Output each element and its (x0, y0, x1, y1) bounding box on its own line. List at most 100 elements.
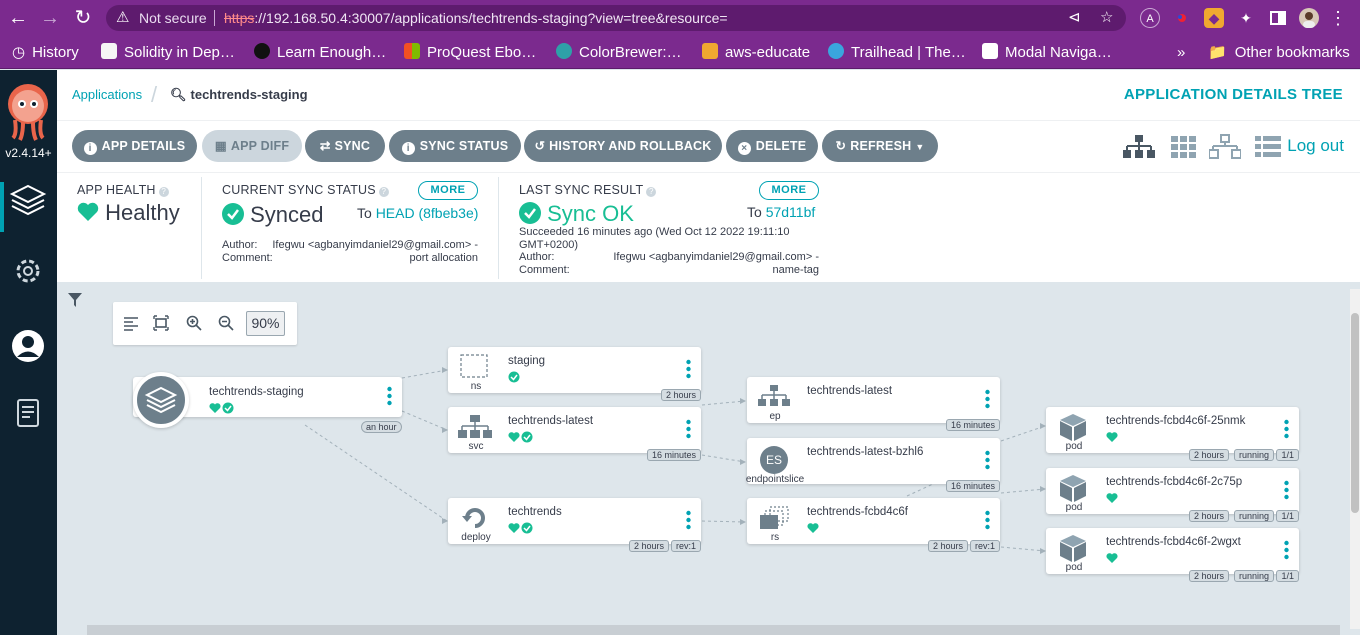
node-menu-icon[interactable] (985, 510, 990, 530)
pod-node[interactable]: pod techtrends-fcbd4c6f-2wgxt 2 hours ru… (1046, 528, 1299, 582)
node-name[interactable]: techtrends-fcbd4c6f-2wgxt (1106, 536, 1241, 548)
scrollbar-thumb[interactable] (1351, 313, 1359, 513)
list-view-icon[interactable] (1252, 134, 1284, 160)
bookmark-learn-enough[interactable]: Learn Enough… (254, 43, 386, 63)
node-name[interactable]: staging (508, 355, 545, 367)
app-root-name[interactable]: techtrends-staging (209, 386, 304, 398)
pods-grid-view-icon[interactable] (1168, 134, 1200, 160)
tree-view-icon[interactable] (1123, 134, 1155, 160)
node-name[interactable]: techtrends-latest (508, 415, 593, 427)
endpointslice-node[interactable]: ES endpointslice techtrends-latest-bzhl6… (745, 438, 1000, 492)
share-icon[interactable]: ⊲ (1068, 5, 1081, 31)
sync-status-button[interactable]: i SYNC STATUS (389, 130, 521, 162)
security-label[interactable]: Not secure (139, 5, 207, 31)
settings-gear-icon[interactable] (8, 251, 48, 291)
url-text[interactable]: https://192.168.50.4:30007/applications/… (224, 5, 728, 31)
network-view-icon[interactable] (1209, 134, 1241, 160)
bookmark-trailhead[interactable]: Trailhead | The… (828, 43, 966, 63)
sync-status-value: Synced (222, 202, 324, 228)
history-icon: ◷ (12, 44, 26, 61)
last-sync-revision-link[interactable]: 57d11bf (766, 204, 816, 220)
bookmark-history[interactable]: ◷ History (12, 43, 79, 63)
sync-revision-link[interactable]: HEAD (8fbeb3e) (376, 205, 479, 221)
node-menu-icon[interactable] (1284, 480, 1289, 500)
node-menu-icon[interactable] (686, 359, 691, 379)
refresh-button[interactable]: ↻ REFRESH ▼ (822, 130, 938, 162)
back-icon[interactable]: ← (6, 6, 30, 30)
applications-layers-icon[interactable] (8, 180, 48, 220)
node-menu-icon[interactable] (1284, 419, 1289, 439)
node-name[interactable]: techtrends-latest-bzhl6 (807, 446, 923, 458)
bookmark-modal-navigation[interactable]: Modal Naviga… (982, 43, 1112, 63)
node-menu-icon[interactable] (686, 419, 691, 439)
bookmark-proquest[interactable]: ProQuest Ebo… (404, 43, 536, 63)
delete-button[interactable]: × DELETE (726, 130, 818, 162)
address-bar[interactable]: ⚠ Not secure https://192.168.50.4:30007/… (106, 5, 1126, 31)
help-icon[interactable]: ? (158, 187, 169, 197)
documentation-icon[interactable] (8, 393, 48, 433)
resource-tree-canvas[interactable]: 90% techtrends-staging an hour ns stagin… (57, 283, 1360, 635)
pod-node[interactable]: pod techtrends-fcbd4c6f-2c75p 2 hours ru… (1046, 468, 1299, 522)
bookmark-solidity[interactable]: Solidity in Dep… (101, 43, 235, 63)
breadcrumb-current[interactable]: 🔍︎ techtrends-staging (170, 87, 308, 103)
node-menu-icon[interactable] (1284, 540, 1289, 560)
star-icon[interactable]: ☆ (1100, 5, 1113, 31)
pod-ready-badge: 1/1 (1276, 449, 1299, 461)
last-sync-more-button[interactable]: MORE (759, 181, 819, 200)
argo-logo-icon[interactable] (5, 82, 51, 142)
node-status (508, 431, 534, 443)
node-name[interactable]: techtrends-latest (807, 385, 892, 397)
heart-icon (77, 202, 99, 221)
horizontal-scrollbar[interactable] (87, 625, 1340, 635)
node-menu-icon[interactable] (686, 510, 691, 530)
deploy-node[interactable]: deploy techtrends 2 hours rev:1 (448, 498, 701, 552)
bookmarks-overflow[interactable]: » (1177, 43, 1185, 63)
extensions-puzzle-icon[interactable]: ✦ (1236, 8, 1256, 28)
history-rollback-button[interactable]: ↺ HISTORY AND ROLLBACK (524, 130, 722, 162)
node-menu-icon[interactable] (985, 450, 990, 470)
last-sync-succeeded: Succeeded 16 minutes ago (Wed Oct 12 202… (519, 226, 790, 238)
other-bookmarks[interactable]: 📁 Other bookmarks (1208, 43, 1350, 63)
trailhead-favicon-icon (828, 43, 844, 59)
bookmark-aws-educate[interactable]: aws-educate (702, 43, 810, 63)
app-details-button[interactable]: i APP DETAILS (72, 130, 197, 162)
node-menu-icon[interactable] (387, 386, 392, 406)
replicaset-icon (760, 506, 789, 529)
node-kind-label: pod (1065, 562, 1083, 573)
help-icon[interactable]: ? (378, 187, 389, 197)
forward-icon[interactable]: → (38, 6, 62, 30)
ep-node[interactable]: ep techtrends-latest 16 minutes (747, 377, 1000, 431)
user-account-icon[interactable] (8, 326, 48, 366)
sync-more-button[interactable]: MORE (418, 181, 478, 200)
sidepanel-icon[interactable] (1268, 8, 1288, 28)
microsoft-favicon-icon (404, 43, 420, 59)
breadcrumb-applications[interactable]: Applications (72, 87, 142, 102)
extension-a-icon[interactable]: A (1140, 8, 1160, 28)
sync-target: To HEAD (8fbeb3e) (357, 205, 479, 221)
help-icon[interactable]: ? (646, 187, 657, 197)
rs-node[interactable]: rs techtrends-fcbd4c6f 2 hours rev:1 (747, 498, 1000, 552)
node-menu-icon[interactable] (985, 389, 990, 409)
node-name[interactable]: techtrends (508, 506, 562, 518)
logout-link[interactable]: Log out (1287, 136, 1344, 156)
reload-icon[interactable]: ↻ (71, 6, 95, 30)
extension-dot-icon[interactable] (1172, 8, 1192, 28)
heart-icon (1106, 553, 1118, 563)
node-kind-label: endpointslice (745, 474, 805, 485)
svc-node[interactable]: svc techtrends-latest 16 minutes (448, 407, 701, 461)
sync-button[interactable]: ⇄ SYNC (305, 130, 385, 162)
app-diff-button[interactable]: ▦ APP DIFF (202, 130, 302, 162)
bookmark-colorbrewer[interactable]: ColorBrewer:… (556, 43, 682, 63)
warning-icon[interactable]: ⚠ (116, 5, 129, 31)
node-status (1106, 552, 1118, 564)
node-name[interactable]: techtrends-fcbd4c6f-25nmk (1106, 415, 1245, 427)
node-name[interactable]: techtrends-fcbd4c6f (807, 506, 908, 518)
browser-menu-icon[interactable]: ⋮ (1328, 8, 1348, 28)
app-root-node[interactable]: techtrends-staging an hour (133, 372, 402, 433)
profile-avatar-icon[interactable] (1299, 8, 1319, 28)
vertical-scrollbar[interactable] (1350, 289, 1360, 629)
extension-tag-icon[interactable]: ◆ (1204, 8, 1224, 28)
pod-node[interactable]: pod techtrends-fcbd4c6f-25nmk 2 hours ru… (1046, 407, 1299, 461)
ns-node[interactable]: ns staging 2 hours (448, 347, 701, 401)
node-name[interactable]: techtrends-fcbd4c6f-2c75p (1106, 476, 1242, 488)
